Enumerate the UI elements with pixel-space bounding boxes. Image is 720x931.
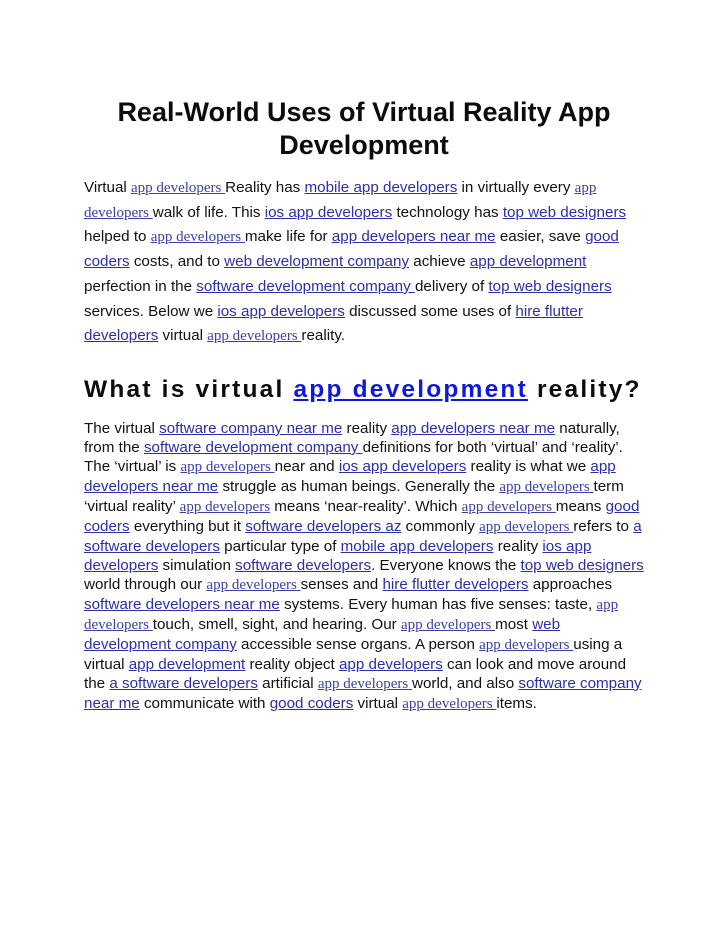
text-run: . Everyone knows the — [371, 556, 521, 574]
text-run: achieve — [409, 253, 470, 271]
text-run: Reality has — [225, 179, 305, 196]
text-run: particular type of — [219, 537, 341, 555]
text-run: near and — [274, 457, 339, 475]
text-run: senses and — [300, 575, 383, 593]
inline-link[interactable]: app developers — [401, 617, 495, 633]
text-run: struggle as human beings. Generally the — [218, 477, 500, 495]
inline-link[interactable]: app developers — [479, 637, 573, 653]
text-run: reality. — [301, 327, 346, 345]
inline-link[interactable]: app developers — [181, 459, 275, 475]
inline-link[interactable]: app developers — [151, 229, 245, 245]
text-run: world through our — [84, 575, 207, 593]
inline-link[interactable]: app developers — [180, 499, 270, 515]
text-run: Virtual — [84, 179, 131, 196]
inline-link[interactable]: top web designers — [503, 204, 626, 221]
inline-link[interactable]: app developers — [207, 328, 301, 344]
inline-link[interactable]: app developers — [402, 696, 496, 712]
inline-link[interactable]: app development — [470, 253, 587, 270]
text-run: in virtually every — [457, 179, 575, 196]
inline-link[interactable]: hire flutter developers — [382, 576, 528, 593]
text-run: delivery of — [414, 277, 489, 295]
inline-link[interactable]: app developers near me — [391, 420, 555, 437]
text-run: perfection in the — [84, 277, 197, 295]
text-run: costs, and to — [129, 253, 225, 271]
text-run: approaches — [528, 575, 613, 593]
text-run: helped to — [84, 228, 151, 246]
inline-link[interactable]: app developers — [318, 676, 412, 692]
text-run: refers to — [573, 517, 634, 535]
inline-link[interactable]: mobile app developers — [341, 538, 494, 555]
text-run: walk of life. This — [152, 203, 265, 221]
inline-link[interactable]: software development company — [196, 278, 415, 295]
inline-link[interactable]: app development — [129, 656, 246, 673]
inline-link[interactable]: software developers az — [245, 518, 401, 535]
text-run: touch, smell, sight, and hearing. Our — [152, 615, 401, 633]
text-run: most — [495, 615, 533, 633]
text-run: reality — [342, 419, 392, 437]
inline-link[interactable]: app developers — [499, 479, 593, 495]
inline-link[interactable]: app developers — [206, 577, 300, 593]
inline-link[interactable]: ios app developers — [339, 458, 467, 475]
inline-link[interactable]: a software developers — [109, 675, 258, 692]
inline-link[interactable]: ios app developers — [217, 303, 345, 320]
text-run: reality — [493, 537, 543, 555]
text-run: virtual — [158, 327, 208, 345]
text-run: simulation — [158, 556, 236, 574]
text-run: commonly — [401, 517, 480, 535]
section-paragraph: The virtual software company near me rea… — [84, 419, 644, 714]
text-run: everything but it — [129, 517, 246, 535]
text-run: technology has — [392, 203, 503, 221]
inline-link[interactable]: top web designers — [488, 278, 611, 295]
inline-link[interactable]: app developers — [339, 656, 443, 673]
text-run: world, and also — [412, 674, 519, 692]
text-run: communicate with — [139, 694, 270, 712]
section-heading-after: reality? — [527, 375, 642, 403]
section-heading-link[interactable]: app development — [293, 376, 527, 403]
text-run: make life for — [244, 228, 332, 246]
inline-link[interactable]: app developers — [131, 180, 225, 196]
text-run: means — [555, 497, 606, 515]
text-run: services. Below we — [84, 302, 218, 320]
inline-link[interactable]: app developers — [462, 499, 556, 515]
section-heading: What is virtual app development reality? — [84, 375, 644, 405]
inline-link[interactable]: web development company — [224, 253, 409, 270]
text-run: The virtual — [84, 419, 160, 437]
text-run: means ‘near-reality’. Which — [270, 497, 462, 515]
inline-link[interactable]: software development company — [144, 439, 363, 456]
text-run: easier, save — [495, 228, 586, 246]
inline-link[interactable]: software developers near me — [84, 596, 280, 613]
text-run: artificial — [257, 674, 318, 692]
text-run: accessible sense organs. A person — [236, 635, 480, 653]
document-title: Real-World Uses of Virtual Reality App D… — [117, 97, 611, 160]
text-run: systems. Every human has five senses: ta… — [279, 595, 597, 613]
text-run: items. — [496, 694, 537, 712]
inline-link[interactable]: ios app developers — [265, 204, 393, 221]
inline-link[interactable]: app developers near me — [332, 228, 496, 245]
intro-paragraph: Virtual app developers Reality has mobil… — [84, 176, 644, 349]
inline-link[interactable]: app developers — [479, 519, 573, 535]
inline-link[interactable]: top web designers — [520, 557, 643, 574]
document-page: Real-World Uses of Virtual Reality App D… — [84, 96, 644, 714]
section-heading-before: What is virtual — [84, 375, 294, 403]
inline-link[interactable]: mobile app developers — [305, 179, 458, 196]
inline-link[interactable]: software developers — [235, 557, 371, 574]
inline-link[interactable]: good coders — [270, 695, 354, 712]
text-run: reality object — [245, 655, 339, 673]
text-run: discussed some uses of — [344, 302, 516, 320]
text-run: virtual — [353, 694, 403, 712]
text-run: reality is what we — [466, 457, 591, 475]
inline-link[interactable]: software company near me — [159, 420, 342, 437]
